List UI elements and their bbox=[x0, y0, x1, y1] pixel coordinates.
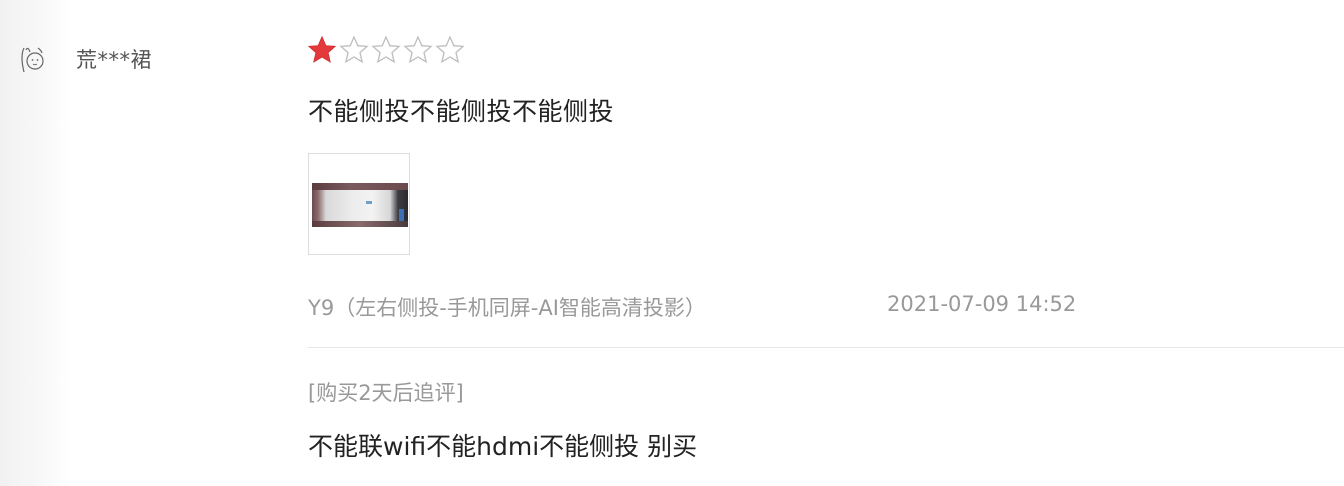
followup-text: 不能联wifi不能hdmi不能侧投 别买 bbox=[308, 432, 698, 461]
review-image-thumbnail[interactable] bbox=[308, 153, 410, 255]
projector-photo bbox=[312, 183, 408, 227]
product-variant: Y9（左右侧投-手机同屏-AI智能高清投影） bbox=[308, 296, 706, 320]
star-empty-icon bbox=[435, 35, 465, 64]
doodle-face-icon bbox=[21, 47, 44, 73]
user-avatar bbox=[16, 42, 50, 76]
review-timestamp: 2021-07-09 14:52 bbox=[887, 292, 1077, 316]
star-empty-icon bbox=[403, 35, 433, 64]
star-empty-icon bbox=[371, 35, 401, 64]
followup-label: [购买2天后追评] bbox=[308, 381, 464, 405]
username: 荒***裙 bbox=[76, 48, 152, 72]
star-filled-icon bbox=[307, 35, 337, 63]
star-rating bbox=[306, 34, 466, 66]
review-item: 荒***裙 不能侧投不能侧投不能侧投 Y9（左右侧投-手机同屏-AI智能高清投影… bbox=[0, 0, 1344, 486]
review-text: 不能侧投不能侧投不能侧投 bbox=[308, 97, 615, 126]
divider bbox=[308, 347, 1344, 348]
star-empty-icon bbox=[339, 35, 369, 64]
